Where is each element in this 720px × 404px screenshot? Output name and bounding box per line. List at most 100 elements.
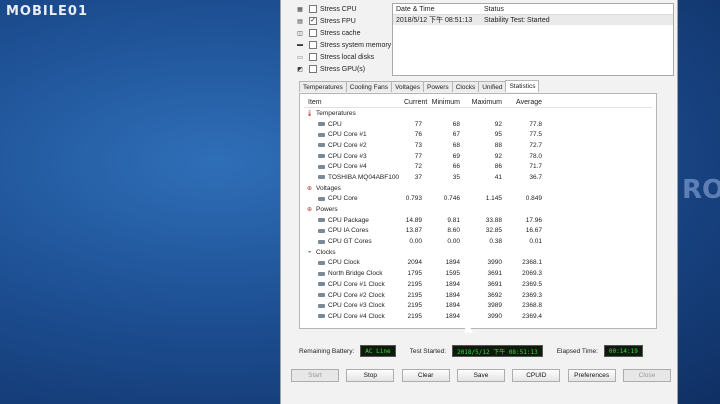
sensor-icon [318, 175, 325, 180]
sensor-icon [318, 228, 325, 233]
value-current: 37 [414, 173, 422, 181]
header-item[interactable]: Item [304, 99, 404, 106]
table-row[interactable]: CPU Core #3 77 69 92 78.0 [304, 151, 652, 162]
header-minimum[interactable]: Minimum [422, 99, 460, 106]
close-button[interactable]: Close [622, 369, 671, 382]
header-maximum[interactable]: Maximum [460, 99, 502, 106]
value-current: 2094 [407, 259, 422, 267]
value-average: 2369.3 [522, 291, 542, 299]
table-row[interactable]: CPU Package 14.89 9.81 33.88 17.96 [304, 215, 652, 226]
value-minimum: 1894 [445, 280, 460, 288]
value-minimum: 0.746 [443, 195, 460, 203]
table-row[interactable]: CPU IA Cores 13.87 8.60 32.85 16.67 [304, 226, 652, 237]
preferences-button[interactable]: Preferences [567, 369, 616, 382]
table-row[interactable]: CPU Core #2 73 68 88 72.7 [304, 140, 652, 151]
value-maximum: 33.88 [485, 216, 502, 224]
sensor-name: CPU Core #1 [328, 131, 367, 139]
log-header: Date & Time Status [393, 4, 673, 15]
stop-button[interactable]: Stop [346, 369, 395, 382]
table-group-row[interactable]: 🌡 Temperatures [304, 108, 652, 119]
stress-checkbox[interactable] [309, 5, 317, 13]
value-maximum: 41 [494, 173, 502, 181]
tab-voltages[interactable]: Voltages [391, 81, 424, 92]
clear-button[interactable]: Clear [401, 369, 450, 382]
value-minimum: 66 [452, 163, 460, 171]
stress-option-label: Stress FPU [320, 17, 356, 25]
tab-unified[interactable]: Unified [478, 81, 507, 92]
table-group-row[interactable]: ⊕ Voltages [304, 183, 652, 194]
stress-option-3[interactable]: ▬ Stress system memory [295, 39, 395, 51]
table-row[interactable]: North Bridge Clock 1795 1595 3691 2069.3 [304, 268, 652, 279]
table-group-row[interactable]: ◒ Clocks [304, 247, 652, 258]
value-average: 36.7 [529, 173, 542, 181]
log-header-date: Date & Time [396, 5, 435, 13]
value-current: 76 [414, 131, 422, 139]
table-row[interactable]: CPU Core #4 Clock 2195 1894 3990 2369.4 [304, 311, 652, 322]
sensor-name: CPU GT Cores [328, 238, 372, 246]
tab-temperatures[interactable]: Temperatures [299, 81, 347, 92]
value-maximum: 95 [494, 131, 502, 139]
stress-option-label: Stress CPU [320, 5, 357, 13]
stress-option-4[interactable]: ▭ Stress local disks [295, 51, 395, 63]
tab-clocks[interactable]: Clocks [451, 81, 480, 92]
value-average: 77.5 [529, 131, 542, 139]
table-row[interactable]: CPU Clock 2094 1894 3990 2368.1 [304, 258, 652, 269]
sensor-name: CPU Clock [328, 259, 360, 267]
table-row[interactable]: CPU Core #1 76 67 95 77.5 [304, 129, 652, 140]
battery-value: AC Line [360, 345, 396, 357]
stress-checkbox[interactable] [309, 53, 317, 61]
table-row[interactable]: CPU Core #1 Clock 2195 1894 3691 2369.5 [304, 279, 652, 290]
table-row[interactable]: CPU GT Cores 0.00 0.00 0.38 0.01 [304, 236, 652, 247]
group-label: Clocks [316, 248, 336, 256]
tab-cooling-fans[interactable]: Cooling Fans [345, 81, 393, 92]
table-row[interactable]: TOSHIBA MQ04ABF100 37 35 41 36.7 [304, 172, 652, 183]
stress-option-1[interactable]: ▤ ✓ Stress FPU [295, 15, 395, 27]
stress-checkbox[interactable] [309, 65, 317, 73]
table-group-row[interactable]: ⊕ Powers [304, 204, 652, 215]
value-minimum: 8.60 [447, 227, 460, 235]
value-maximum: 88 [494, 141, 502, 149]
value-current: 2195 [407, 312, 422, 320]
sensor-icon [318, 164, 325, 169]
group-label: Voltages [316, 184, 341, 192]
table-row[interactable]: CPU Core #2 Clock 2195 1894 3692 2369.3 [304, 290, 652, 301]
elapsed-label: Elapsed Time: [556, 347, 598, 355]
value-average: 0.849 [525, 195, 542, 203]
stress-option-2[interactable]: ◫ Stress cache [295, 27, 395, 39]
tab-bar: Temperatures Cooling Fans Voltages Powers Cl… [299, 80, 540, 93]
stress-checkbox[interactable]: ✓ [309, 17, 317, 25]
sensor-icon [318, 143, 325, 148]
sensor-name: TOSHIBA MQ04ABF100 [328, 173, 400, 181]
start-button[interactable]: Start [291, 369, 339, 382]
value-minimum: 1894 [445, 291, 460, 299]
tab-powers[interactable]: Powers [423, 81, 453, 92]
log-header-status: Status [484, 5, 504, 13]
stress-option-5[interactable]: ◩ Stress GPU(s) [295, 63, 395, 75]
table-row[interactable]: CPU 77 68 92 77.8 [304, 119, 652, 130]
save-button[interactable]: Save [456, 369, 505, 382]
value-current: 2195 [407, 291, 422, 299]
log-row[interactable]: 2018/5/12 下午 08:51:13 Stability Test: St… [393, 15, 673, 25]
fpu-icon: ▤ [297, 18, 303, 25]
tab-statistics[interactable]: Statistics [505, 80, 540, 92]
header-current[interactable]: Current [404, 99, 427, 106]
voltage-icon: ⊕ [306, 185, 313, 192]
cpuid-button[interactable]: CPUID [512, 369, 561, 382]
table-row[interactable]: CPU Core 0.793 0.746 1.145 0.849 [304, 194, 652, 205]
header-average[interactable]: Average [502, 99, 542, 106]
stress-option-0[interactable]: ▦ Stress CPU [295, 3, 395, 15]
table-row[interactable]: CPU Core #3 Clock 2195 1894 3989 2368.8 [304, 300, 652, 311]
value-average: 78.0 [529, 152, 542, 160]
sensor-icon [318, 196, 325, 201]
sensor-name: CPU Core [328, 195, 358, 203]
value-maximum: 32.85 [485, 227, 502, 235]
status-bar: Remaining Battery: AC Line Test Started:… [299, 343, 659, 359]
table-row[interactable]: CPU Core #4 72 66 86 71.7 [304, 161, 652, 172]
sensor-name: CPU Core #3 Clock [328, 302, 385, 310]
value-minimum: 1894 [445, 312, 460, 320]
group-label: Powers [316, 206, 338, 214]
value-average: 16.67 [525, 227, 542, 235]
sensor-icon [318, 314, 325, 319]
stress-checkbox[interactable] [309, 29, 317, 37]
stress-checkbox[interactable] [309, 41, 317, 49]
